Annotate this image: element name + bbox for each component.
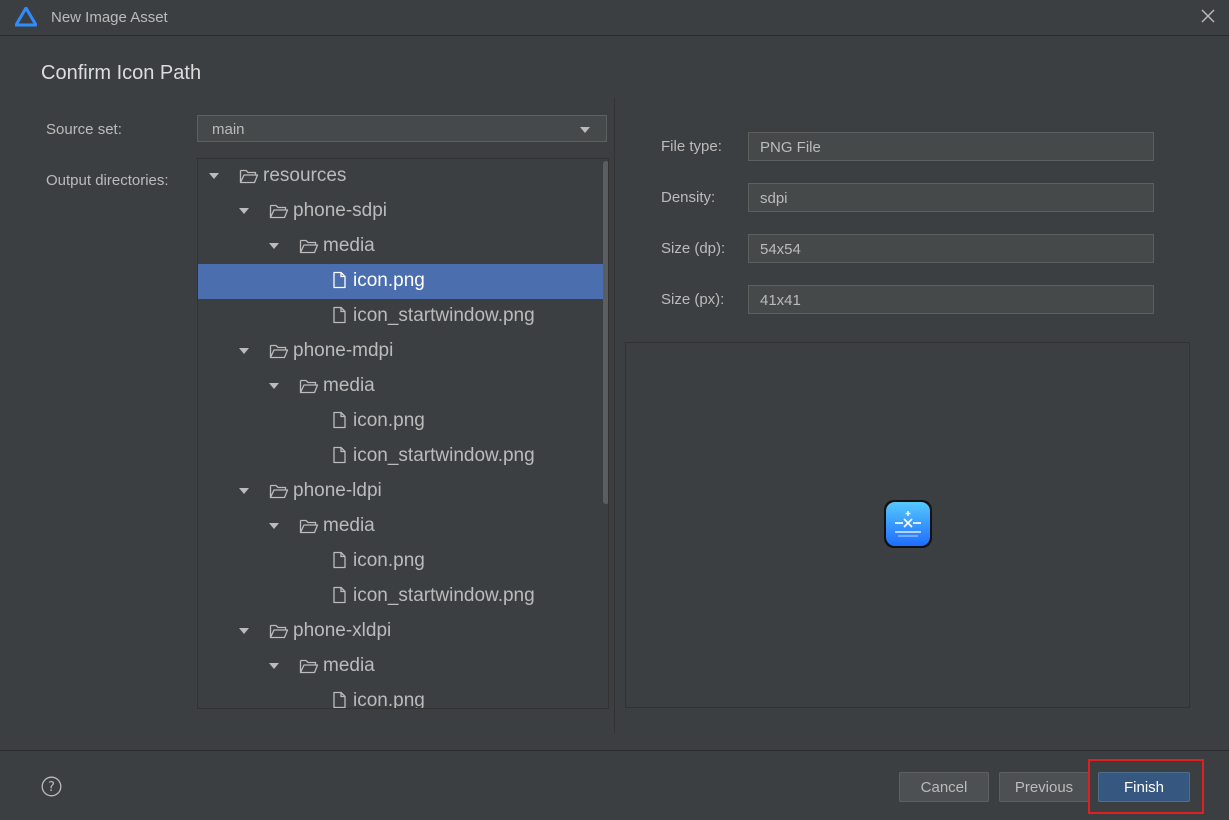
file-type-field: PNG File xyxy=(748,132,1154,161)
window-title: New Image Asset xyxy=(51,9,168,26)
tree-folder-row[interactable]: phone-sdpi xyxy=(198,194,604,229)
expand-chevron-down-icon[interactable] xyxy=(269,243,279,249)
app-icon-preview-icon xyxy=(884,500,932,548)
expand-chevron-down-icon[interactable] xyxy=(239,208,249,214)
folder-open-icon xyxy=(299,239,319,254)
tree-folder-row[interactable]: resources xyxy=(198,159,604,194)
folder-open-icon xyxy=(299,659,319,674)
tree-folder-row[interactable]: phone-mdpi xyxy=(198,334,604,369)
tree-node-label: phone-ldpi xyxy=(293,480,382,501)
footer-divider xyxy=(0,750,1229,751)
tree-node-label: phone-mdpi xyxy=(293,340,394,361)
app-logo-icon xyxy=(15,7,37,27)
finish-highlight-box xyxy=(1088,759,1204,814)
tree-node-label: media xyxy=(323,235,375,256)
tree-node-label: icon.png xyxy=(353,690,425,709)
previous-button[interactable]: Previous xyxy=(999,772,1089,802)
file-icon xyxy=(333,586,346,604)
file-icon xyxy=(333,446,346,464)
svg-text:?: ? xyxy=(48,780,55,795)
folder-open-icon xyxy=(269,484,289,499)
file-icon xyxy=(333,306,346,324)
folder-open-icon xyxy=(239,169,259,184)
folder-open-icon xyxy=(299,519,319,534)
title-bar: New Image Asset xyxy=(0,0,1229,36)
tree-folder-row[interactable]: media xyxy=(198,649,604,684)
tree-node-label: media xyxy=(323,655,375,676)
tree-scrollbar-thumb[interactable] xyxy=(603,161,608,504)
source-set-dropdown[interactable]: main xyxy=(197,115,607,142)
source-set-label: Source set: xyxy=(46,121,122,138)
page-title: Confirm Icon Path xyxy=(41,62,202,84)
expand-chevron-down-icon[interactable] xyxy=(269,523,279,529)
size-dp-label: Size (dp): xyxy=(661,240,726,257)
file-icon xyxy=(333,271,346,289)
tree-file-row[interactable]: icon_startwindow.png xyxy=(198,579,604,614)
size-px-value: 41x41 xyxy=(760,292,801,309)
tree-folder-row[interactable]: phone-xldpi xyxy=(198,614,604,649)
tree-node-label: icon_startwindow.png xyxy=(353,445,535,466)
expand-chevron-down-icon[interactable] xyxy=(239,348,249,354)
tree-file-row[interactable]: icon.png xyxy=(198,404,604,439)
folder-open-icon xyxy=(269,204,289,219)
help-icon[interactable]: ? xyxy=(41,776,62,797)
tree-node-label: icon_startwindow.png xyxy=(353,305,535,326)
panel-divider xyxy=(614,98,615,733)
file-icon xyxy=(333,551,346,569)
tree-folder-row[interactable]: media xyxy=(198,509,604,544)
size-px-field: 41x41 xyxy=(748,285,1154,314)
tree-file-row[interactable]: icon_startwindow.png xyxy=(198,299,604,334)
close-icon[interactable] xyxy=(1198,6,1218,26)
source-set-value: main xyxy=(212,121,245,138)
file-type-label: File type: xyxy=(661,138,722,155)
tree-node-label: resources xyxy=(263,165,347,186)
folder-open-icon xyxy=(269,624,289,639)
dropdown-arrow-icon xyxy=(580,127,590,133)
density-value: sdpi xyxy=(760,190,788,207)
icon-preview-panel xyxy=(625,342,1190,708)
tree-node-label: phone-sdpi xyxy=(293,200,388,221)
tree-node-label: icon.png xyxy=(353,410,425,431)
tree-file-row[interactable]: icon_startwindow.png xyxy=(198,439,604,474)
density-field: sdpi xyxy=(748,183,1154,212)
file-icon xyxy=(333,411,346,429)
tree-folder-row[interactable]: media xyxy=(198,229,604,264)
expand-chevron-down-icon[interactable] xyxy=(209,173,219,179)
tree-folder-row[interactable]: phone-ldpi xyxy=(198,474,604,509)
tree-node-label: media xyxy=(323,515,375,536)
tree-file-row[interactable]: icon.png xyxy=(198,684,604,709)
expand-chevron-down-icon[interactable] xyxy=(269,663,279,669)
expand-chevron-down-icon[interactable] xyxy=(239,488,249,494)
folder-open-icon xyxy=(269,344,289,359)
tree-node-label: icon.png xyxy=(353,550,425,571)
size-px-label: Size (px): xyxy=(661,291,725,308)
tree-folder-row[interactable]: media xyxy=(198,369,604,404)
folder-open-icon xyxy=(299,379,319,394)
output-directories-label: Output directories: xyxy=(46,172,169,189)
tree-node-label: phone-xldpi xyxy=(293,620,392,641)
cancel-button[interactable]: Cancel xyxy=(899,772,989,802)
file-type-value: PNG File xyxy=(760,139,821,156)
expand-chevron-down-icon[interactable] xyxy=(269,383,279,389)
tree-file-row[interactable]: icon.png xyxy=(198,544,604,579)
tree-node-label: icon_startwindow.png xyxy=(353,585,535,606)
expand-chevron-down-icon[interactable] xyxy=(239,628,249,634)
density-label: Density: xyxy=(661,189,716,206)
file-icon xyxy=(333,691,346,708)
tree-file-row[interactable]: icon.png xyxy=(198,264,604,299)
tree-node-label: media xyxy=(323,375,375,396)
tree-node-label: icon.png xyxy=(353,270,425,291)
output-directories-tree[interactable]: icon.png media phone-xldpi icon_startwindow… xyxy=(197,158,609,709)
size-dp-value: 54x54 xyxy=(760,241,801,258)
size-dp-field: 54x54 xyxy=(748,234,1154,263)
